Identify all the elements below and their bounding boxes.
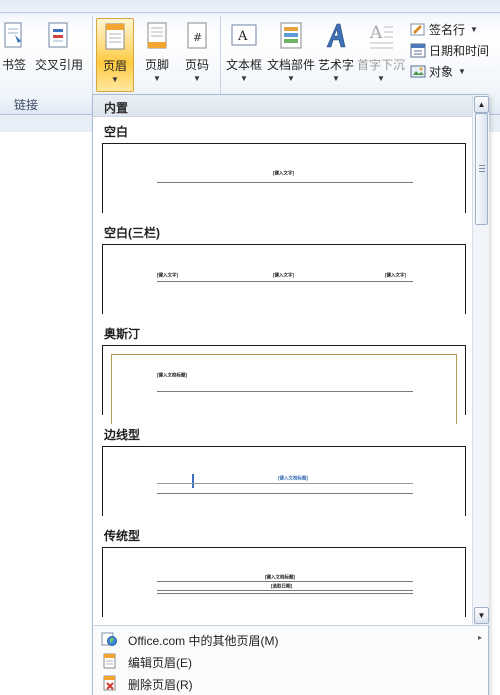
- gallery-category-header: 内置: [93, 95, 472, 117]
- menu-item-label: Office.com 中的其他页眉(M): [128, 634, 279, 648]
- ribbon-top-border: [0, 12, 500, 13]
- placeholder-text: [键入文字]: [385, 272, 407, 279]
- textbox-label: 文本框: [225, 58, 262, 72]
- gallery-section-title: 奥斯汀: [104, 327, 141, 341]
- date-time-label: 日期和时间: [429, 43, 490, 58]
- footer-label: 页脚: [144, 58, 169, 72]
- scroll-up-button[interactable]: ▲: [474, 96, 489, 113]
- wordart-button[interactable]: 艺术字 ▼: [318, 18, 354, 90]
- header-rule: [157, 590, 413, 591]
- scrollbar-grip-icon: [479, 165, 485, 172]
- remove-header-icon: [103, 675, 116, 691]
- gallery-category-label: 内置: [104, 101, 129, 115]
- page-number-icon: #: [187, 22, 207, 49]
- menu-item-label: 编辑页眉(E): [128, 656, 192, 670]
- submenu-arrow-icon: ▸: [477, 633, 482, 642]
- bookmark-label: 书签: [1, 58, 26, 72]
- signature-line-label: 签名行: [429, 22, 466, 37]
- textbox-button[interactable]: A 文本框 ▼: [224, 18, 264, 90]
- wordart-icon: [326, 23, 346, 48]
- page-number-dropdown-arrow: ▼: [193, 74, 201, 83]
- date-time-button[interactable]: 日期和时间: [410, 41, 489, 59]
- office-online-icon: [101, 632, 117, 646]
- header-rule: [157, 391, 413, 392]
- scrollbar-thumb[interactable]: [475, 113, 488, 225]
- gallery-section-title: 边线型: [104, 428, 141, 442]
- scroll-down-button[interactable]: ▼: [474, 607, 489, 624]
- gallery-section-title: 传统型: [104, 529, 141, 543]
- quick-parts-icon: [280, 22, 302, 49]
- gallery-scrollbar[interactable]: ▲ ▼: [472, 95, 489, 625]
- footer-button[interactable]: 页脚 ▼: [138, 18, 176, 90]
- signature-line-dropdown-arrow: ▼: [470, 24, 478, 34]
- page-number-button[interactable]: # 页码 ▼: [178, 18, 216, 90]
- object-label: 对象: [429, 64, 454, 79]
- group-label-links: 链接: [14, 98, 39, 112]
- menu-item-label: 删除页眉(R): [128, 678, 193, 692]
- textbox-icon: A: [231, 24, 257, 46]
- quick-parts-label: 文档部件: [266, 58, 315, 72]
- gallery-section-title: 空白(三栏): [104, 226, 160, 240]
- edit-header-icon: [103, 653, 116, 669]
- svg-text:#: #: [193, 31, 202, 44]
- placeholder-text: [键入文档标题]: [278, 475, 309, 482]
- gallery-section-title: 空白: [104, 125, 129, 139]
- object-icon: [410, 65, 426, 78]
- header-rule: [157, 593, 413, 594]
- header-button[interactable]: 页眉 ▼: [96, 18, 134, 92]
- header-rule: [157, 483, 413, 484]
- bookmark-icon: [4, 22, 22, 48]
- gallery-item-austin[interactable]: [键入文档标题]: [102, 345, 466, 424]
- gallery-item-sideline[interactable]: [键入文档标题]: [102, 446, 466, 516]
- header-rule: [157, 281, 413, 282]
- header-label: 页眉: [102, 59, 127, 73]
- object-dropdown-arrow: ▼: [458, 66, 466, 76]
- gallery-item-blank[interactable]: [键入文字]: [102, 143, 466, 213]
- footer-icon: [147, 22, 167, 49]
- header-rule: [157, 581, 413, 582]
- date-time-icon: [410, 43, 426, 58]
- cross-reference-label: 交叉引用: [34, 58, 83, 72]
- gallery-item-traditional[interactable]: [键入文档标题] [选取日期]: [102, 547, 466, 617]
- cross-reference-button[interactable]: 交叉引用: [33, 18, 85, 90]
- drop-cap-label: 首字下沉: [356, 58, 405, 72]
- menu-item-more-headers-office-online[interactable]: Office.com 中的其他页眉(M) ▸: [93, 628, 488, 650]
- wordart-label: 艺术字: [318, 58, 355, 72]
- footer-dropdown-arrow: ▼: [153, 74, 161, 83]
- object-button[interactable]: 对象 ▼: [410, 62, 466, 80]
- wordart-dropdown-arrow: ▼: [332, 74, 340, 83]
- cross-reference-icon: [48, 22, 68, 48]
- bookmark-button[interactable]: 书签: [0, 18, 28, 90]
- placeholder-text: [键入文字]: [157, 272, 179, 279]
- textbox-dropdown-arrow: ▼: [240, 74, 248, 83]
- header-icon: [105, 23, 125, 50]
- austin-border: [111, 354, 457, 424]
- placeholder-text: [选取日期]: [271, 583, 293, 590]
- menu-item-edit-header[interactable]: 编辑页眉(E): [93, 650, 488, 672]
- quick-parts-dropdown-arrow: ▼: [287, 74, 295, 83]
- gallery-menu: Office.com 中的其他页眉(M) ▸ 编辑页眉(E) 删除页眉(R): [93, 625, 488, 695]
- header-rule: [157, 182, 413, 183]
- placeholder-text: [键入文字]: [273, 170, 295, 177]
- signature-line-icon: [410, 23, 425, 36]
- document-area: [0, 132, 92, 695]
- placeholder-text: [键入文档标题]: [157, 372, 188, 379]
- accent-divider: [192, 474, 194, 488]
- drop-cap-button[interactable]: A 首字下沉 ▼: [356, 18, 406, 90]
- gallery-item-blank-three-column[interactable]: [键入文字] [键入文字] [键入文字]: [102, 244, 466, 314]
- placeholder-text: [键入文字]: [273, 272, 295, 279]
- page-number-label: 页码: [184, 58, 209, 72]
- placeholder-text: [键入文档标题]: [265, 574, 296, 581]
- svg-text:A: A: [369, 23, 383, 43]
- drop-cap-icon: A: [369, 23, 393, 49]
- signature-line-button[interactable]: 签名行 ▼: [410, 20, 478, 38]
- quick-parts-button[interactable]: 文档部件 ▼: [266, 18, 316, 90]
- header-dropdown-arrow: ▼: [111, 75, 119, 84]
- menu-item-remove-header[interactable]: 删除页眉(R): [93, 672, 488, 694]
- svg-text:A: A: [237, 29, 248, 44]
- header-gallery-dropdown: 内置 空白 [键入文字] 空白(三栏) [键入文字] [键入文字] [键入文字]…: [92, 94, 489, 695]
- drop-cap-dropdown-arrow: ▼: [377, 74, 385, 83]
- header-rule: [157, 493, 413, 494]
